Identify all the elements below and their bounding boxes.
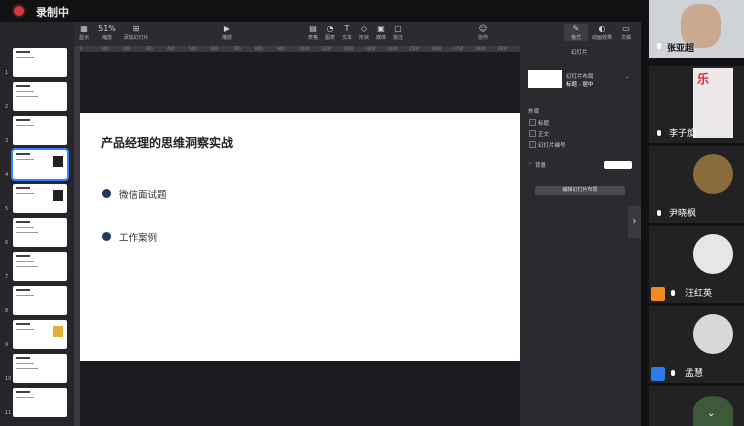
- checkbox-label: 标题: [538, 121, 550, 127]
- chevron-down-icon[interactable]: ⌄: [707, 408, 715, 419]
- participant-tile[interactable]: 汪红英: [649, 226, 744, 303]
- slide-thumbnail[interactable]: 5: [5, 184, 67, 213]
- chevron-down-icon[interactable]: ⌄: [625, 74, 630, 80]
- participant-tile[interactable]: 孟慧: [649, 306, 744, 383]
- chevron-right-icon[interactable]: ›: [529, 161, 531, 167]
- format-panel: [520, 46, 641, 426]
- user-icon: [651, 367, 665, 381]
- slide-thumbnail[interactable]: 6: [5, 218, 67, 247]
- zoom-value: 51%: [98, 24, 116, 33]
- bullet-icon: [102, 232, 111, 241]
- participant-name: 孟慧: [685, 369, 704, 379]
- text-icon: T: [344, 24, 350, 33]
- edit-layout-button[interactable]: 编辑幻灯片布局: [535, 186, 625, 195]
- slide-title[interactable]: 产品经理的思维洞察实战: [101, 134, 233, 151]
- participant-tile[interactable]: 张亚超: [649, 0, 744, 58]
- slide-thumbnail[interactable]: 2: [5, 82, 67, 111]
- layout-title: 幻灯片布局: [566, 74, 594, 80]
- slide-thumbnail[interactable]: 9: [5, 320, 67, 349]
- recording-bar: [0, 0, 641, 22]
- mic-off-icon: [669, 370, 677, 380]
- body-checkbox[interactable]: [529, 130, 536, 137]
- mic-off-icon: [655, 130, 663, 140]
- participant-avatar: [693, 314, 733, 354]
- media-button[interactable]: ▣ 媒体: [374, 24, 388, 41]
- checkbox-label: 正文: [538, 132, 550, 138]
- mic-icon: [655, 43, 663, 53]
- user-icon: [651, 287, 665, 301]
- record-icon[interactable]: [14, 6, 24, 16]
- table-icon: ▤: [309, 24, 317, 33]
- document-icon: ▭: [622, 24, 630, 33]
- play-icon: ▶: [223, 24, 231, 33]
- checkbox-label: 幻灯片编号: [538, 143, 566, 149]
- layout-thumbnail[interactable]: [528, 70, 562, 88]
- slide-thumbnail[interactable]: 11: [5, 388, 67, 417]
- collapse-panel-button[interactable]: ›: [628, 206, 641, 238]
- shape-icon: ◇: [360, 24, 368, 33]
- mic-off-icon: [669, 290, 677, 300]
- media-icon: ▣: [377, 24, 385, 33]
- participant-tile[interactable]: 乐 李子旋: [649, 66, 744, 143]
- comment-button[interactable]: ▢ 批注: [391, 24, 405, 41]
- chart-icon: ◔: [326, 24, 334, 33]
- slide-thumbnail[interactable]: 8: [5, 286, 67, 315]
- logo-image: 乐: [697, 72, 710, 86]
- panel-tab[interactable]: 幻灯片: [571, 48, 588, 56]
- slide-thumbnail[interactable]: 1: [5, 48, 67, 77]
- layout-value[interactable]: 标题 - 居中: [566, 80, 593, 88]
- slide-thumbnail[interactable]: 10: [5, 354, 67, 383]
- format-button[interactable]: ✎ 格式: [564, 24, 588, 41]
- shape-button[interactable]: ◇ 形状: [357, 24, 371, 41]
- participant-name: 尹晓枫: [669, 209, 697, 219]
- animation-button[interactable]: ◐ 动画效果: [590, 24, 614, 41]
- participant-name: 张亚超: [667, 44, 695, 54]
- mic-off-icon: [655, 210, 663, 220]
- participant-tile[interactable]: ⌄: [649, 386, 744, 426]
- chart-button[interactable]: ◔ 图表: [323, 24, 337, 41]
- zoom-select[interactable]: 51% 缩放: [94, 24, 120, 41]
- collaborate-icon: ☺: [478, 24, 488, 33]
- participant-name: 李子旋: [669, 129, 697, 139]
- slide-thumbnail[interactable]: 7: [5, 252, 67, 281]
- participant-avatar: [693, 234, 733, 274]
- animation-icon: ◐: [598, 24, 606, 33]
- add-slide-button[interactable]: ⊞ 添加幻灯片: [122, 24, 150, 41]
- appearance-label: 外观: [528, 109, 540, 115]
- comment-icon: ▢: [394, 24, 402, 33]
- format-icon: ✎: [572, 24, 580, 33]
- bullet-icon: [102, 189, 111, 198]
- slide-number-checkbox[interactable]: [529, 141, 536, 148]
- background-color-swatch[interactable]: [604, 161, 632, 169]
- participant-tile[interactable]: 尹晓枫: [649, 146, 744, 223]
- document-button[interactable]: ▭ 文稿: [618, 24, 634, 41]
- play-button[interactable]: ▶ 播放: [220, 24, 234, 41]
- participant-name: 汪红英: [685, 289, 713, 299]
- text-button[interactable]: T 文本: [340, 24, 354, 41]
- title-checkbox[interactable]: [529, 119, 536, 126]
- slide-thumbnail-selected[interactable]: 4: [5, 148, 69, 181]
- bullet-text[interactable]: 微信面试题: [119, 187, 167, 201]
- view-icon: ▦: [80, 24, 88, 33]
- view-button[interactable]: ▦ 显示: [76, 24, 92, 41]
- recording-label: 录制中: [36, 6, 69, 19]
- bullet-text[interactable]: 工作案例: [119, 230, 157, 244]
- table-button[interactable]: ▤ 表格: [306, 24, 320, 41]
- toolbar: ▦ 显示 51% 缩放 ⊞ 添加幻灯片 ▶ 播放 ▤ 表格 ◔ 图表 T 文本 ◇ 形状 ▣ 媒体…: [74, 22, 641, 46]
- background-label: 背景: [535, 163, 547, 169]
- participant-avatar: [693, 154, 733, 194]
- slide-navigator: 1 2 3 4 5 6 7 8 9 10 11: [0, 22, 74, 426]
- add-slide-icon: ⊞: [132, 24, 140, 33]
- slide-thumbnail[interactable]: 3: [5, 116, 67, 145]
- collaborate-button[interactable]: ☺ 协作: [476, 24, 490, 41]
